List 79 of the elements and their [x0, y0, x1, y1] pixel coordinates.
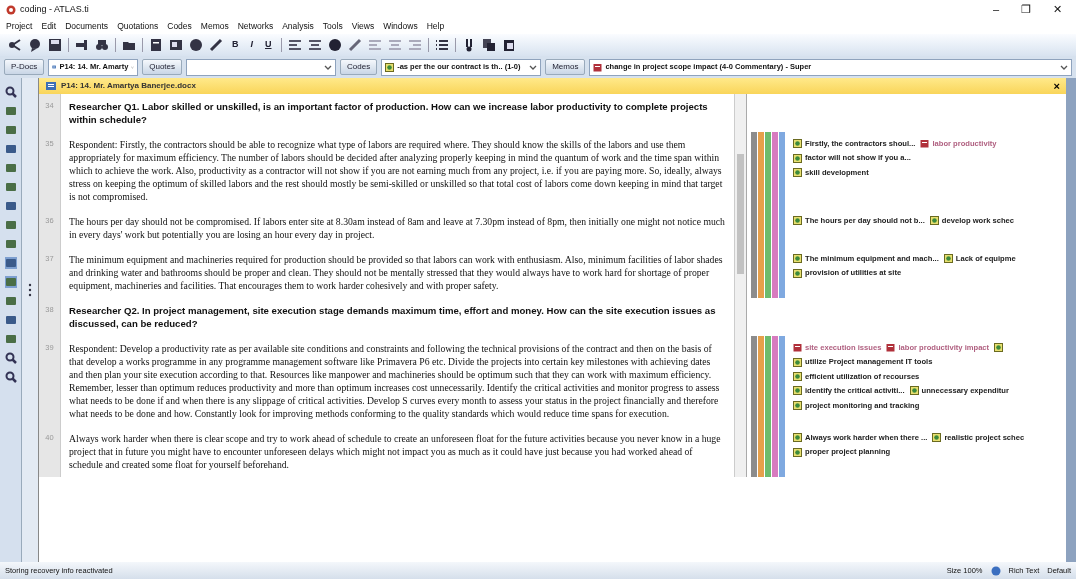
- selector-dropdown[interactable]: [186, 58, 337, 76]
- memo-icon: [793, 343, 802, 353]
- window-title: coding - ATLAS.ti: [20, 2, 89, 16]
- memo-icon: [886, 343, 896, 353]
- quotation-icon[interactable]: [169, 38, 183, 52]
- caret-icon: [1060, 64, 1068, 70]
- maximize-button[interactable]: ❐: [1021, 1, 1031, 18]
- selector-button[interactable]: Memos: [545, 59, 586, 75]
- menu-item[interactable]: Quotations: [117, 20, 159, 33]
- close-button[interactable]: ×: [1053, 80, 1060, 92]
- menu-item[interactable]: Edit: [41, 20, 57, 33]
- menu-item[interactable]: Networks: [237, 20, 274, 33]
- code-icon: [909, 386, 919, 396]
- menu-item[interactable]: Documents: [65, 20, 109, 33]
- memo-icon: [920, 139, 930, 149]
- pen-icon[interactable]: [209, 38, 223, 52]
- code-icon: [793, 400, 802, 410]
- paragraph: Researcher Q1. Labor skilled or unskilled, is an important factor of production. How can we increase labor productivity to complete projects within schedule?: [68, 100, 709, 127]
- selector-button[interactable]: Quotes: [142, 59, 183, 75]
- pen-icon[interactable]: [347, 38, 362, 52]
- paste-icon[interactable]: [501, 38, 516, 52]
- zoom-icon[interactable]: [990, 565, 1001, 576]
- caret-icon: [324, 64, 333, 70]
- document-tab[interactable]: P14: 14. Mr. Amartya Banerjee.docx ×: [39, 78, 1066, 94]
- code-icon: [994, 343, 1004, 353]
- code-icon: [793, 386, 802, 396]
- scroll-thumb[interactable]: [737, 154, 744, 274]
- globe-icon[interactable]: [189, 38, 203, 52]
- selector-button[interactable]: Codes: [340, 59, 378, 75]
- align-center-icon[interactable]: [307, 38, 322, 52]
- paragraph: Researcher Q2. In project management, site execution stage demands maximum time, effort and money. How can the site execution issues as discussed, can be reduced?: [68, 304, 717, 331]
- document-list-icon[interactable]: [149, 38, 163, 52]
- selector-button[interactable]: P-Docs: [4, 59, 45, 75]
- code-icon: [793, 167, 802, 177]
- code-icon: [793, 357, 802, 367]
- paragraph: The hours per day should not be compromised. If labors enter site at 8.30am instead of 8am and leave at 7.30pm instead of 8pm, then initially one might not notice much in every days' work but potentially you are losing an hour every day in project.: [68, 215, 726, 242]
- menu-item[interactable]: Memos: [200, 20, 229, 33]
- code-icon: [793, 371, 802, 381]
- scrollbar[interactable]: [734, 94, 746, 477]
- code-icon: [929, 216, 939, 226]
- zoom-out-icon[interactable]: [4, 371, 17, 383]
- save-icon[interactable]: [48, 38, 62, 52]
- paragraph: Respondent: Develop a productivity rate as per available site conditions and constraints and following the technical provisions of the contract and then on the basis of that develop a works programme in any programme management software like Primavera P6 etc. Divide the projects into certain key milestones with achieving dates and then plan your site execution according to that. Resources like manpower and machineries should be optimum such that they can work with maximum efficiency. Remember, lesser than optimum reduces productivity and more than optimum increases cost unnecessarily. Identify the critical activities and monitor progress to assess what needs to be done if and when there is any slippage of critical activities. Develop S curves every month to assess your status in the project financially and therefore what needs to be done and how. Constantly look for improving methods conforming to the quality standards which would reduce time spans for execution.: [68, 342, 721, 421]
- code-icon: [793, 433, 802, 443]
- menu-item[interactable]: Project: [6, 20, 33, 33]
- minimize-button[interactable]: –: [992, 1, 999, 18]
- copy-icon[interactable]: [481, 38, 496, 52]
- splitter-handle-icon[interactable]: [28, 283, 32, 297]
- italic-button[interactable]: I: [247, 38, 256, 52]
- code-icon: [932, 433, 942, 443]
- code-icon: [385, 62, 395, 72]
- align-left-icon[interactable]: [287, 38, 302, 52]
- paragraph: The minimum equipment and machineries required for production should be provided so that labors can work with enthusiasm. Also, minimum facilities of labor shades and drinking water and bathrooms should be proper and clean. They should not be mentally stressed that they would always have to work hard for shortage of proper equipment, machineries and facilities. That encourages them to work harder cohesively and with proper safety.: [68, 253, 724, 293]
- underline-button[interactable]: U: [262, 38, 275, 52]
- menu-item[interactable]: Help: [426, 20, 445, 33]
- code-icon: [793, 153, 802, 163]
- menu-item[interactable]: Views: [351, 20, 375, 33]
- code-icon: [793, 216, 802, 226]
- app-logo-icon: [6, 4, 16, 15]
- menu-item[interactable]: Tools: [322, 20, 343, 33]
- bold-button[interactable]: B: [229, 38, 242, 52]
- search-icon[interactable]: [4, 86, 17, 98]
- menu-item[interactable]: Windows: [383, 20, 418, 33]
- menu-item[interactable]: Codes: [167, 20, 192, 33]
- code-icon: [793, 254, 802, 264]
- menu-item[interactable]: Analysis: [282, 20, 314, 33]
- code-icon: [793, 139, 802, 149]
- binoculars-icon[interactable]: [95, 38, 109, 52]
- close-button[interactable]: ✕: [1053, 1, 1062, 18]
- zoom-in-icon[interactable]: [4, 352, 17, 364]
- paragraph: Respondent: Firstly, the contractors should be able to recognize what type of labors are required where. They should know the skills of the labors and use them appropriately for maximum efficiency. The number of labors should be decided after analyzing properly keeping in mind the quantum of work and the time span within which to achieve the work. Also, productivity as a contractor will not show if you are not earning much from any project, i.e. if you are paying more. So, ideally, always stress on keeping the optimum of skilled labors and the rest should mostly be semi-skilled or unskilled so that total cost of labors come down keeping in mind that target is not compromised.: [68, 138, 724, 204]
- caret-icon: [529, 64, 538, 70]
- code-label[interactable]: [994, 343, 1004, 353]
- code-icon: [943, 254, 953, 264]
- document-title: P14: 14. Mr. Amartya Banerjee.docx: [61, 80, 196, 92]
- code-icon: [793, 447, 802, 457]
- memo-icon: [593, 62, 603, 72]
- code-icon: [793, 268, 802, 278]
- paragraph: Always work harder when there is clear scope and try to work ahead of schedule to create an unforeseen float for the future activities because you never know in a huge project that in future you might have to encounter unforeseen delays which might not impact you as much as it could have just because you had worked ahead of schedule and created some float for yourself beforehand.: [68, 432, 722, 472]
